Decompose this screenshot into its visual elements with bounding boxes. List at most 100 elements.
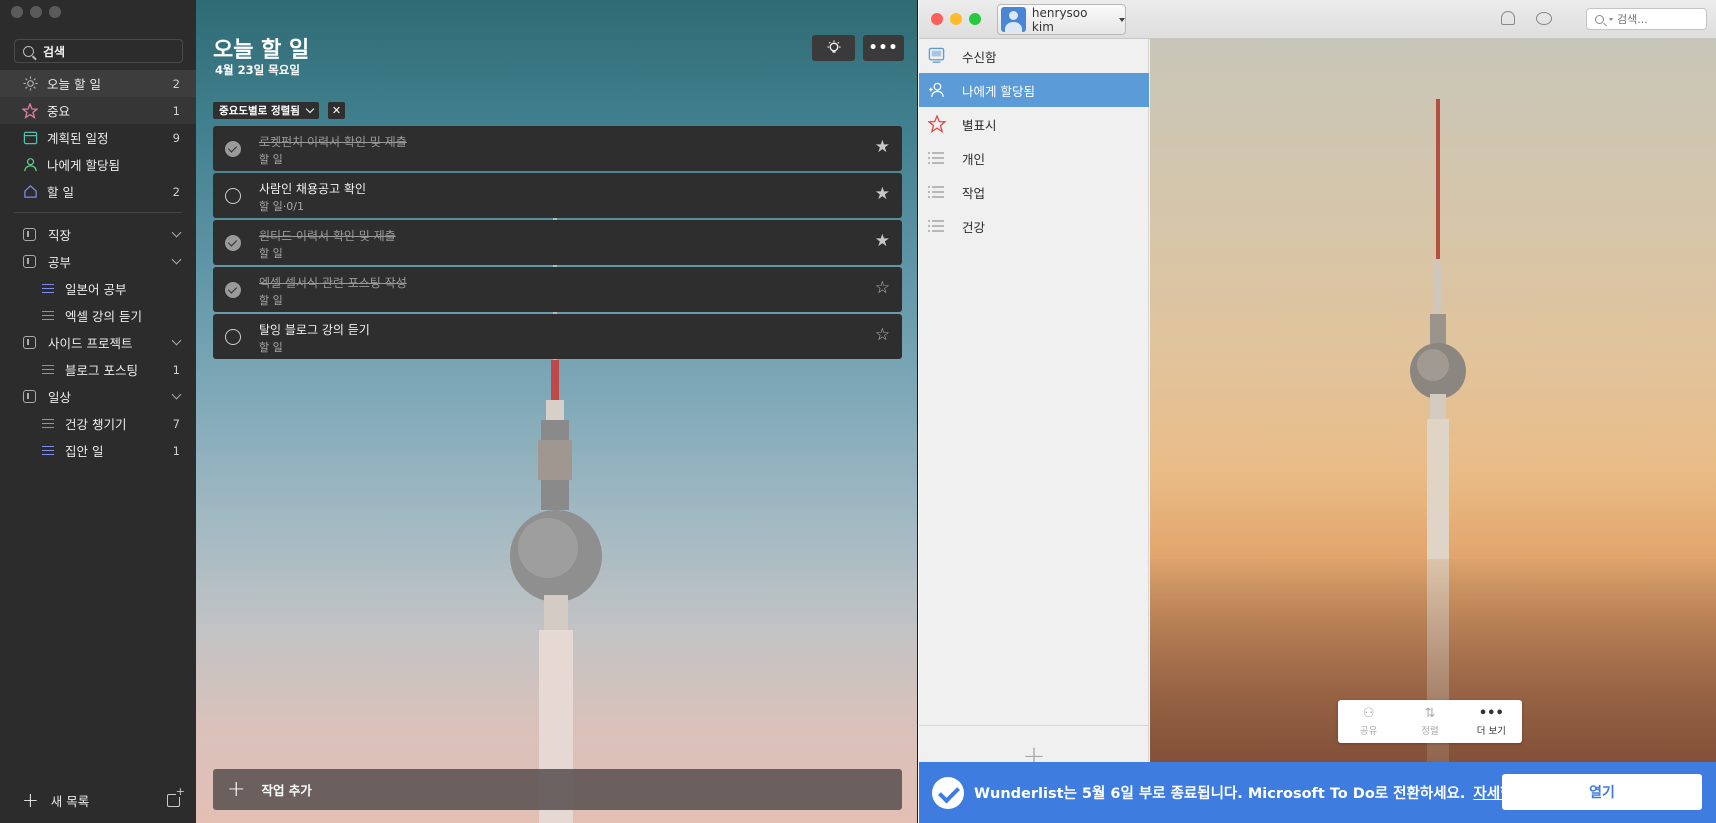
- list-item-housework[interactable]: 집안 일 1: [0, 437, 196, 464]
- nav-important[interactable]: 중요 1: [0, 97, 196, 124]
- calendar-icon: [22, 130, 38, 146]
- group-icon: [23, 390, 36, 403]
- list-item-japanese[interactable]: 일본어 공부: [0, 275, 196, 302]
- todo-sidebar: 검색 오늘 할 일 2 중요 1 계획된 일정 9 나에게 할당됨 할 일 2 …: [0, 0, 196, 823]
- nav-label: 할 일: [47, 185, 74, 200]
- search-input[interactable]: [1617, 12, 1697, 26]
- share-button[interactable]: ⚇ 공유: [1338, 700, 1399, 743]
- nav-assigned-to-me[interactable]: 나에게 할당됨: [0, 151, 196, 178]
- nav-tasks[interactable]: 할 일 2: [0, 178, 196, 205]
- more-label: 더 보기: [1476, 725, 1506, 737]
- task-complete-checkbox[interactable]: [225, 141, 241, 157]
- list-icon: [42, 445, 54, 456]
- page-title: 오늘 할 일: [213, 38, 310, 63]
- task-complete-checkbox[interactable]: [225, 235, 241, 251]
- tv-tower-background: [510, 215, 602, 823]
- group-label: 사이드 프로젝트: [48, 336, 133, 351]
- suggestions-button[interactable]: [812, 35, 855, 61]
- wl-list-assigned[interactable]: 나에게 할당됨: [919, 73, 1149, 107]
- nav-count: 1: [172, 103, 180, 118]
- task-complete-checkbox[interactable]: [225, 282, 241, 298]
- window-minimize-button[interactable]: [950, 13, 962, 25]
- list-item-health[interactable]: 건강 챙기기 7: [0, 410, 196, 437]
- nav-my-day[interactable]: 오늘 할 일 2: [0, 70, 196, 97]
- avatar: [1001, 7, 1026, 32]
- list-label: 집안 일: [65, 444, 104, 459]
- list-icon: [928, 149, 946, 167]
- task-title: 탈잉 블로그 강의 듣기: [259, 323, 370, 337]
- inbox-icon: [928, 47, 946, 65]
- new-group-icon[interactable]: [167, 786, 185, 807]
- sort-chip[interactable]: 중요도별로 정렬됨: [213, 102, 319, 119]
- share-label: 공유: [1359, 725, 1378, 737]
- window-zoom-button[interactable]: [969, 13, 981, 25]
- user-menu-button[interactable]: henrysoo kim: [997, 4, 1126, 35]
- list-icon: [42, 283, 54, 294]
- list-icon: [42, 418, 54, 429]
- search-input[interactable]: 검색: [14, 39, 183, 63]
- task-row[interactable]: 사람인 채용공고 확인 할 일·0/1 ★: [213, 173, 902, 218]
- sort-button[interactable]: ⇅ 정렬: [1399, 700, 1460, 743]
- window-close-button[interactable]: [11, 6, 23, 18]
- list-item-excel[interactable]: 엑셀 강의 듣기: [0, 302, 196, 329]
- wl-list-health[interactable]: 건강: [919, 209, 1149, 243]
- star-icon[interactable]: ★: [875, 233, 890, 250]
- chevron-down-icon[interactable]: [171, 335, 182, 346]
- open-button[interactable]: 열기: [1502, 774, 1702, 810]
- task-row[interactable]: 엑셀 셀서식 관련 포스팅 작성 할 일 ☆: [213, 267, 902, 312]
- group-study[interactable]: 공부: [0, 248, 196, 275]
- bell-icon[interactable]: [1501, 11, 1515, 25]
- group-label: 직장: [48, 228, 72, 243]
- window-close-button[interactable]: [931, 13, 943, 25]
- plus-icon: +: [22, 788, 39, 812]
- chevron-down-icon: [305, 104, 315, 114]
- sort-chip-label: 중요도별로 정렬됨: [219, 105, 300, 117]
- sort-icon: ⇅: [1424, 705, 1436, 721]
- wunderlist-search[interactable]: [1586, 8, 1707, 30]
- more-button[interactable]: ••• 더 보기: [1461, 700, 1522, 743]
- more-options-button[interactable]: •••: [863, 35, 904, 61]
- group-side-project[interactable]: 사이드 프로젝트: [0, 329, 196, 356]
- window-minimize-button[interactable]: [30, 6, 42, 18]
- list-item-blog[interactable]: 블로그 포스팅 1: [0, 356, 196, 383]
- wl-list-starred[interactable]: 별표시: [919, 107, 1149, 141]
- wl-list-work[interactable]: 작업: [919, 175, 1149, 209]
- task-row[interactable]: 탈잉 블로그 강의 듣기 할 일 ☆: [213, 314, 902, 359]
- search-icon: [23, 45, 34, 57]
- search-label: 검색: [43, 44, 66, 59]
- todo-main: 오늘 할 일 4월 23일 목요일 ••• 중요도별로 정렬됨 ✕ 로켓펀치 이…: [196, 0, 917, 823]
- nav-count: 9: [172, 130, 180, 145]
- new-list-button[interactable]: + 새 목록: [22, 790, 89, 810]
- task-complete-checkbox[interactable]: [225, 188, 241, 204]
- detail-toolbar: ⚇ 공유 ⇅ 정렬 ••• 더 보기: [1338, 700, 1522, 743]
- star-outline-icon[interactable]: ☆: [875, 327, 890, 344]
- chevron-down-icon[interactable]: [171, 254, 182, 265]
- sort-clear-button[interactable]: ✕: [328, 102, 345, 119]
- add-task-input[interactable]: + 작업 추가: [213, 769, 902, 810]
- wl-list-inbox[interactable]: 수신함: [919, 39, 1149, 73]
- add-task-label: 작업 추가: [261, 783, 312, 798]
- task-row[interactable]: 로켓펀치 이력서 확인 및 제출 할 일 ★: [213, 126, 902, 171]
- caret-down-icon: [1119, 17, 1125, 22]
- sort-label: 정렬: [1421, 725, 1439, 737]
- wl-list-personal[interactable]: 개인: [919, 141, 1149, 175]
- star-icon[interactable]: ★: [875, 186, 890, 203]
- wl-list-label: 별표시: [962, 117, 997, 133]
- caret-down-icon: [1609, 17, 1613, 21]
- group-daily[interactable]: 일상: [0, 383, 196, 410]
- comment-icon[interactable]: [1536, 12, 1552, 25]
- list-count: 1: [172, 362, 180, 377]
- wl-list-label: 나에게 할당됨: [962, 83, 1035, 99]
- star-outline-icon[interactable]: ☆: [875, 280, 890, 297]
- chevron-down-icon[interactable]: [171, 389, 182, 400]
- group-work[interactable]: 직장: [0, 221, 196, 248]
- nav-planned[interactable]: 계획된 일정 9: [0, 124, 196, 151]
- nav-label: 계획된 일정: [47, 131, 109, 146]
- task-row[interactable]: 원티드 이력서 확인 및 제출 할 일 ★: [213, 220, 902, 265]
- chevron-down-icon[interactable]: [171, 227, 182, 238]
- star-icon[interactable]: ★: [875, 139, 890, 156]
- task-complete-checkbox[interactable]: [225, 329, 241, 345]
- checkmark-icon: [932, 776, 964, 809]
- window-zoom-button[interactable]: [49, 6, 61, 18]
- task-subtitle: 할 일·0/1: [259, 200, 304, 213]
